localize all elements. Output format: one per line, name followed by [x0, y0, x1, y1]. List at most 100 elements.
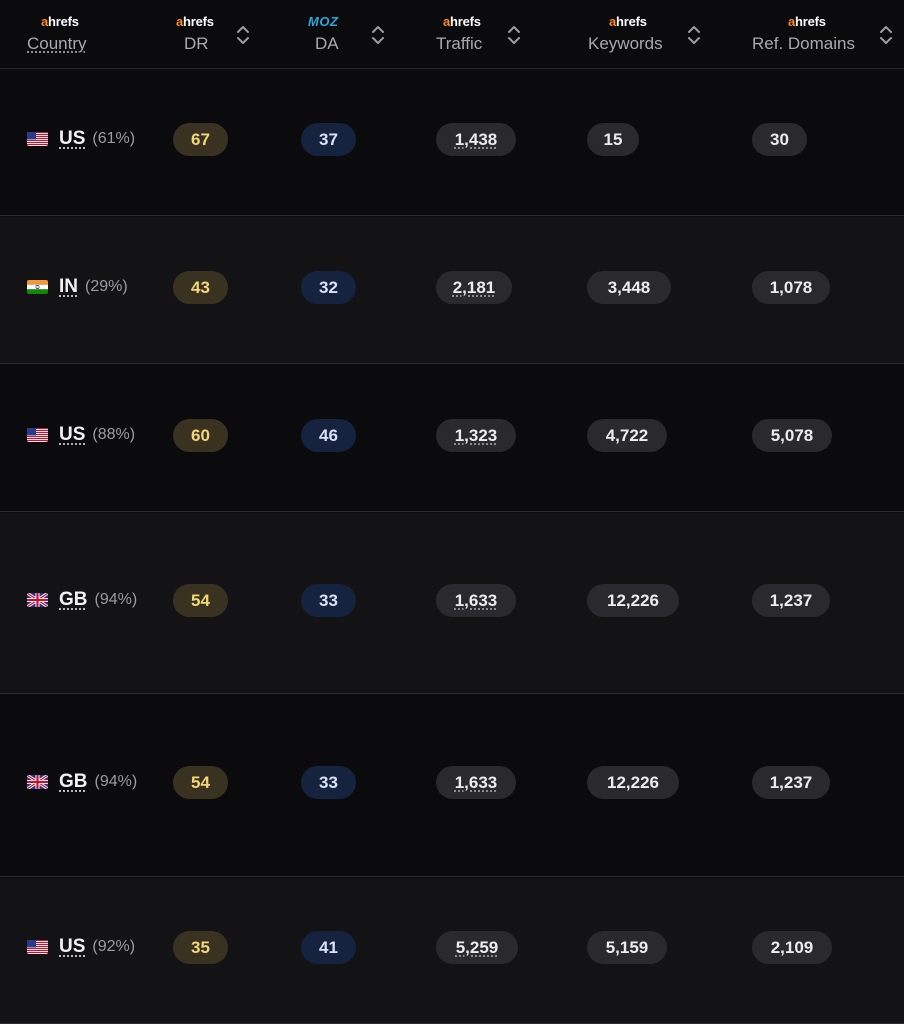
sort-ref-domains-icon[interactable] [878, 24, 894, 46]
keywords-value: 15 [603, 129, 623, 149]
dr-value: 54 [191, 772, 210, 792]
country-code-link[interactable]: US [59, 424, 85, 446]
dr-badge: 54 [173, 584, 228, 617]
keywords-value: 12,226 [607, 590, 659, 610]
da-badge: 41 [301, 931, 356, 964]
sort-da-icon[interactable] [370, 24, 386, 46]
country-cell: US (88%) [27, 423, 135, 447]
traffic-badge[interactable]: 1,438 [436, 123, 516, 156]
dr-value: 54 [191, 590, 210, 610]
ref-domains-value: 30 [770, 129, 789, 149]
ref-domains-badge: 1,237 [752, 584, 830, 617]
ref-domains-value: 1,237 [769, 772, 813, 792]
country-code-link[interactable]: GB [59, 589, 88, 611]
ahrefs-logo-rest: hrefs [616, 14, 647, 29]
country-percentage: (94%) [94, 773, 138, 790]
us-flag-icon [27, 132, 48, 146]
column-header-country[interactable]: ahrefs Country [27, 0, 127, 68]
keywords-value: 5,159 [605, 937, 649, 957]
sort-traffic-icon[interactable] [506, 24, 522, 46]
da-value: 33 [319, 590, 338, 610]
us-flag-icon [27, 428, 48, 442]
column-label-traffic: Traffic [436, 34, 483, 53]
traffic-badge[interactable]: 2,181 [436, 271, 512, 304]
country-cell: IN (29%) [27, 275, 128, 299]
dr-badge: 43 [173, 271, 228, 304]
keywords-badge: 15 [587, 123, 639, 156]
column-label-country: Country [27, 34, 87, 53]
da-value: 33 [319, 772, 338, 792]
da-value: 41 [319, 937, 338, 957]
keywords-badge: 4,722 [587, 419, 667, 452]
da-value: 32 [319, 277, 338, 297]
table-header: ahrefs Country ahrefs DR MOZ DA ahrefs T… [0, 0, 904, 69]
da-badge: 32 [301, 271, 356, 304]
ahrefs-logo: ahrefs [788, 14, 826, 29]
moz-logo: MOZ [308, 14, 339, 29]
ref-domains-badge: 30 [752, 123, 807, 156]
keywords-value: 12,226 [607, 772, 659, 792]
country-cell: GB (94%) [27, 770, 137, 794]
keywords-badge: 12,226 [587, 766, 679, 799]
dr-value: 35 [191, 937, 210, 957]
traffic-value: 1,438 [454, 129, 498, 149]
dr-value: 67 [191, 129, 210, 149]
ahrefs-logo-rest: hrefs [183, 14, 214, 29]
column-header-da[interactable]: MOZ DA [306, 0, 366, 68]
table-row: GB (94%) 54 33 1,633 12,226 1,237 [0, 513, 904, 694]
ahrefs-logo: ahrefs [443, 14, 481, 29]
ahrefs-logo-rest: hrefs [450, 14, 481, 29]
in-flag-icon [27, 280, 48, 294]
ref-domains-badge: 5,078 [752, 419, 832, 452]
traffic-value: 2,181 [452, 277, 496, 297]
table-row: GB (94%) 54 33 1,633 12,226 1,237 [0, 695, 904, 877]
table-row: IN (29%) 43 32 2,181 3,448 1,078 [0, 217, 904, 364]
us-flag-icon [27, 940, 48, 954]
traffic-value: 5,259 [455, 937, 499, 957]
traffic-badge[interactable]: 1,323 [436, 419, 516, 452]
da-badge: 37 [301, 123, 356, 156]
keywords-badge: 3,448 [587, 271, 671, 304]
country-cell: US (61%) [27, 127, 135, 151]
ahrefs-logo: ahrefs [41, 14, 79, 29]
keywords-value: 3,448 [607, 277, 651, 297]
ref-domains-value: 1,078 [769, 277, 813, 297]
traffic-badge[interactable]: 5,259 [436, 931, 518, 964]
country-code-link[interactable]: IN [59, 276, 78, 298]
column-header-keywords[interactable]: ahrefs Keywords [588, 0, 678, 68]
country-cell: US (92%) [27, 935, 135, 959]
dr-badge: 54 [173, 766, 228, 799]
country-percentage: (61%) [92, 130, 136, 147]
ahrefs-logo-rest: hrefs [48, 14, 79, 29]
country-cell: GB (94%) [27, 588, 137, 612]
ahrefs-logo: ahrefs [176, 14, 214, 29]
ref-domains-badge: 1,237 [752, 766, 830, 799]
traffic-badge[interactable]: 1,633 [436, 766, 516, 799]
sort-dr-icon[interactable] [235, 24, 251, 46]
gb-flag-icon [27, 593, 48, 607]
country-code-link[interactable]: GB [59, 771, 88, 793]
column-header-ref-domains[interactable]: ahrefs Ref. Domains [752, 0, 872, 68]
country-percentage: (88%) [92, 426, 136, 443]
sort-keywords-icon[interactable] [686, 24, 702, 46]
country-code-link[interactable]: US [59, 936, 85, 958]
da-value: 46 [319, 425, 338, 445]
traffic-value: 1,323 [454, 425, 498, 445]
traffic-badge[interactable]: 1,633 [436, 584, 516, 617]
ref-domains-badge: 1,078 [752, 271, 830, 304]
country-percentage: (92%) [92, 938, 136, 955]
keywords-badge: 12,226 [587, 584, 679, 617]
ref-domains-value: 1,237 [769, 590, 813, 610]
dr-value: 60 [191, 425, 210, 445]
country-code-link[interactable]: US [59, 128, 85, 150]
ref-domains-badge: 2,109 [752, 931, 832, 964]
column-header-traffic[interactable]: ahrefs Traffic [436, 0, 506, 68]
ref-domains-value: 2,109 [770, 937, 814, 957]
column-label-ref-domains: Ref. Domains [752, 34, 855, 53]
dr-badge: 67 [173, 123, 228, 156]
column-label-keywords: Keywords [588, 34, 663, 53]
ahrefs-logo-rest: hrefs [795, 14, 826, 29]
dr-value: 43 [191, 277, 210, 297]
da-badge: 33 [301, 766, 356, 799]
table-row: US (92%) 35 41 5,259 5,159 2,109 [0, 878, 904, 1024]
